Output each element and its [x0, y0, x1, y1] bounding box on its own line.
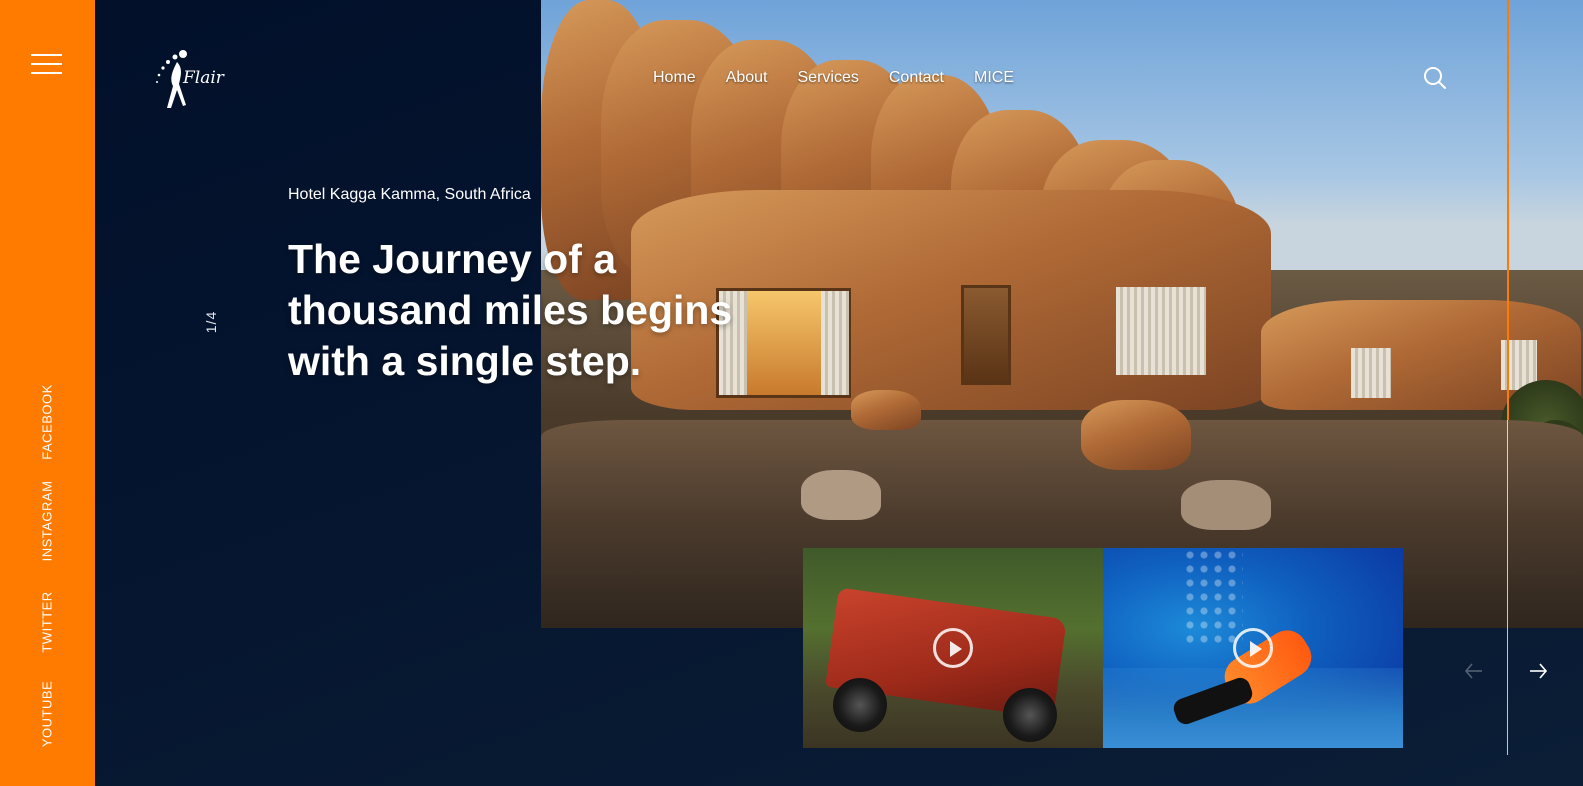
accent-divider — [1507, 0, 1509, 420]
slide-counter: 1/4 — [203, 310, 219, 334]
hamburger-menu-icon[interactable] — [31, 54, 62, 75]
logo-text: Flair — [183, 68, 224, 88]
play-icon[interactable] — [933, 628, 973, 668]
video-thumbnail-jeep[interactable] — [803, 548, 1103, 748]
social-sidebar: FACEBOOK INSTAGRAM TWITTER YOUTUBE — [0, 0, 95, 786]
hero-location: Hotel Kagga Kamma, South Africa — [288, 186, 531, 203]
divider-line — [1507, 420, 1508, 755]
nav-item-home[interactable]: Home — [653, 69, 696, 87]
social-link-twitter[interactable]: TWITTER — [40, 591, 55, 652]
social-link-youtube[interactable]: YOUTUBE — [40, 681, 55, 747]
social-link-instagram[interactable]: INSTAGRAM — [40, 481, 55, 562]
hero-headline: The Journey of a thousand miles begins w… — [288, 236, 733, 384]
play-icon[interactable] — [1233, 628, 1273, 668]
nav-item-mice[interactable]: MICE — [974, 69, 1014, 87]
logo[interactable]: Flair — [153, 48, 235, 112]
arrow-left-icon[interactable] — [1463, 660, 1485, 682]
main-nav: Home About Services Contact MICE — [653, 69, 1044, 87]
nav-item-about[interactable]: About — [726, 69, 768, 87]
nav-item-contact[interactable]: Contact — [889, 69, 944, 87]
nav-item-services[interactable]: Services — [798, 69, 859, 87]
social-link-facebook[interactable]: FACEBOOK — [40, 384, 55, 460]
video-thumbnail-diver[interactable] — [1103, 548, 1403, 748]
arrow-right-icon[interactable] — [1527, 660, 1549, 682]
search-icon[interactable] — [1423, 66, 1447, 90]
